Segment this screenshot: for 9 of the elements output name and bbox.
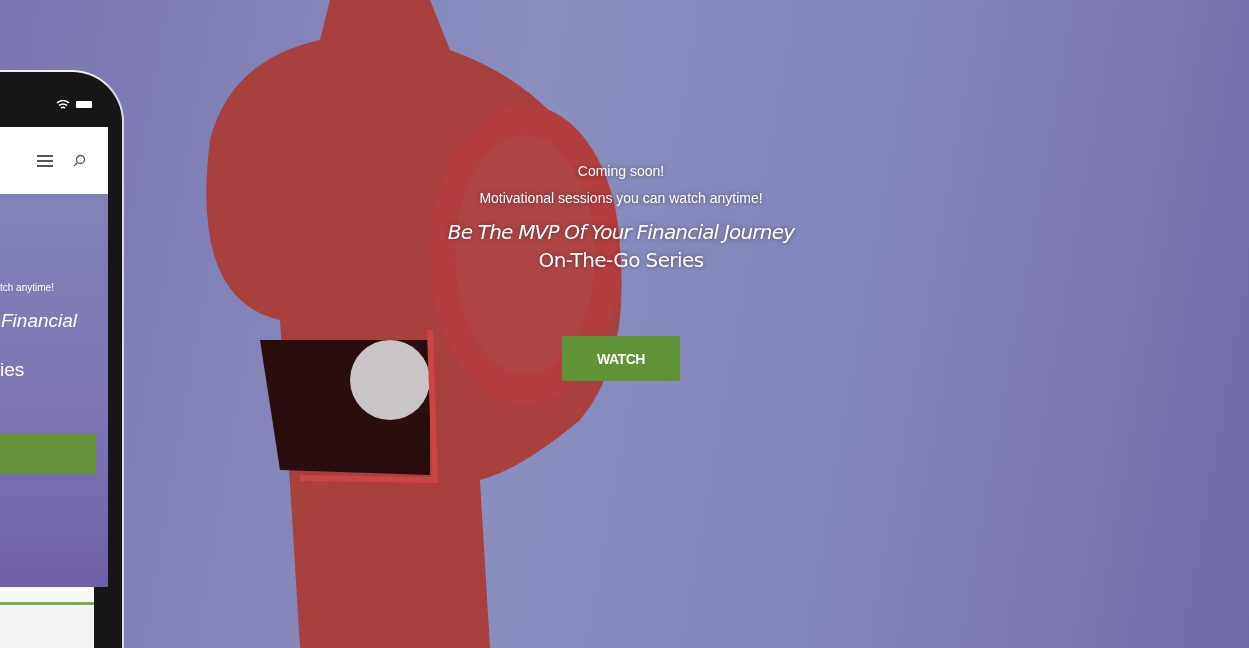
phone-title: Financial	[0, 310, 78, 332]
watch-button[interactable]: WATCH	[562, 336, 680, 381]
phone-series: ies	[0, 359, 25, 381]
menu-icon[interactable]	[37, 154, 53, 167]
wifi-icon	[56, 99, 70, 110]
phone-subtitle: tch anytime!	[0, 282, 54, 293]
search-icon[interactable]	[73, 154, 86, 167]
battery-icon	[76, 101, 92, 108]
subtitle-text: Motivational sessions you can watch anytime!	[479, 190, 763, 206]
